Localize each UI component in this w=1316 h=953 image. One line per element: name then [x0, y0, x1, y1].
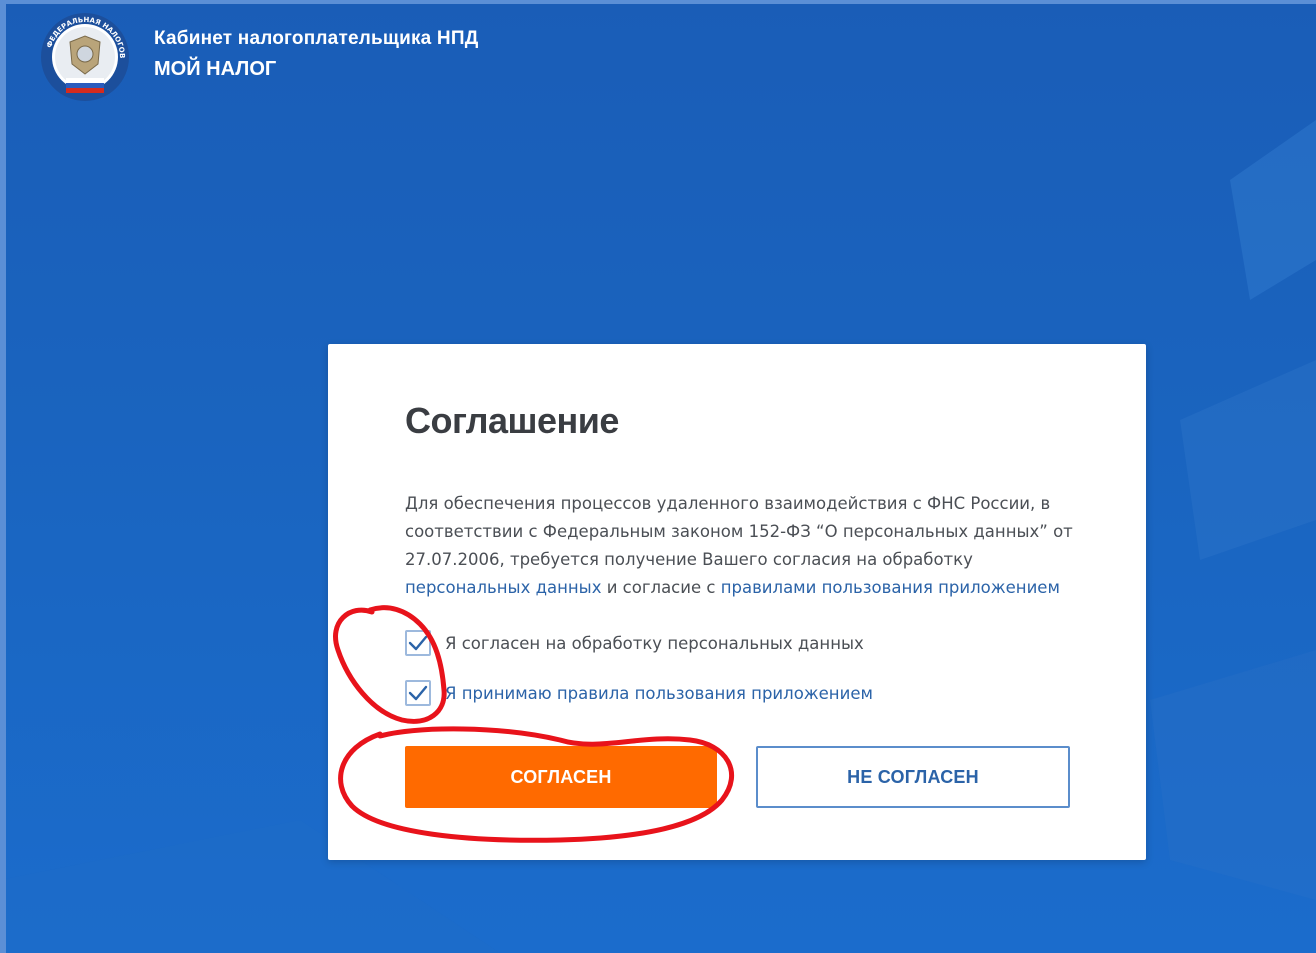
consent-personal-data-row: Я согласен на обработку персональных дан…	[405, 628, 864, 658]
agree-button[interactable]: СОГЛАСЕН	[405, 746, 717, 808]
agreement-and-text: и согласие с	[606, 578, 716, 597]
accept-rules-checkbox[interactable]	[405, 680, 431, 706]
dialog-title: Соглашение	[405, 400, 619, 441]
accept-rules-label[interactable]: Я принимаю правила пользования приложени…	[445, 684, 873, 703]
app-name: МОЙ НАЛОГ	[154, 58, 277, 80]
checkmark-icon	[408, 685, 428, 701]
accept-rules-row: Я принимаю правила пользования приложени…	[405, 678, 873, 708]
app-header: ФЕДЕРАЛЬНАЯ НАЛОГОВАЯ СЛУЖБА Кабинет нал…	[40, 12, 478, 102]
agreement-dialog: Соглашение Для обеспечения процессов уда…	[328, 344, 1146, 860]
consent-personal-data-checkbox[interactable]	[405, 630, 431, 656]
checkmark-icon	[408, 635, 428, 651]
cabinet-title: Кабинет налогоплательщика НПД	[154, 28, 479, 49]
fns-logo: ФЕДЕРАЛЬНАЯ НАЛОГОВАЯ СЛУЖБА	[40, 12, 129, 101]
consent-personal-data-label[interactable]: Я согласен на обработку персональных дан…	[445, 634, 864, 653]
agreement-text: Для обеспечения процессов удаленного вза…	[405, 490, 1085, 602]
agreement-body: Для обеспечения процессов удаленного вза…	[405, 494, 1073, 569]
rules-link[interactable]: правилами пользования приложением	[721, 578, 1060, 597]
disagree-button[interactable]: НЕ СОГЛАСЕН	[756, 746, 1070, 808]
personal-data-link[interactable]: персональных данных	[405, 578, 601, 597]
